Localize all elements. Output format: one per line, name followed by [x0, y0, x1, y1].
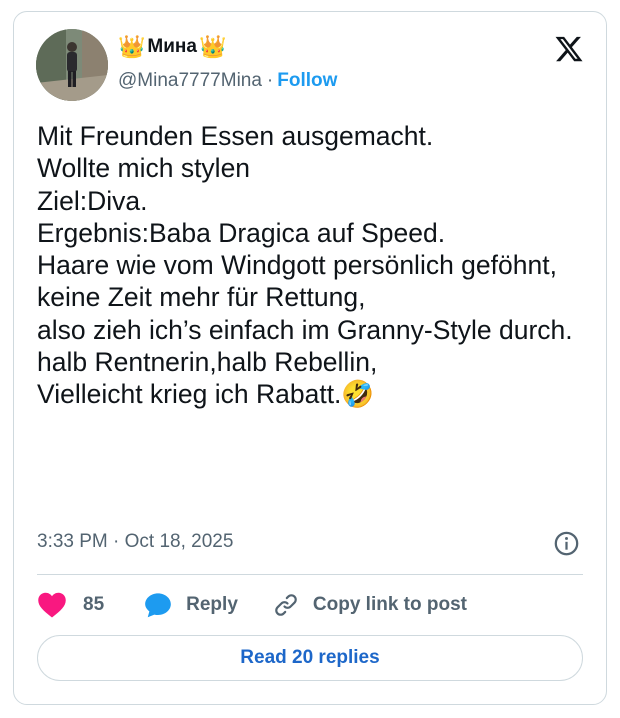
author-avatar[interactable]: [36, 29, 108, 101]
post-text: Mit Freunden Essen ausgemacht. Wollte mi…: [37, 121, 573, 410]
reply-label: Reply: [186, 594, 238, 615]
author-name-row[interactable]: 👑 Мина 👑: [118, 36, 226, 58]
author-handle[interactable]: @Mina7777Mina: [118, 70, 262, 92]
copy-link-button[interactable]: Copy link to post: [273, 592, 467, 618]
embedded-post-card: 👑 Мина 👑 @Mina7777Mina · Follow Mit Freu…: [13, 11, 607, 705]
read-replies-label: Read 20 replies: [240, 647, 380, 668]
crown-emoji-right: 👑: [198, 34, 227, 59]
author-display-name[interactable]: Мина: [147, 36, 197, 58]
like-count: 85: [83, 594, 105, 615]
post-timestamp[interactable]: 3:33 PM · Oct 18, 2025: [37, 531, 233, 553]
post-actions: 85 Reply Copy link to post: [37, 590, 467, 620]
crown-emoji-left: 👑: [118, 34, 146, 59]
read-replies-button[interactable]: Read 20 replies: [37, 635, 583, 681]
speech-bubble-icon: [145, 593, 171, 618]
heart-icon: [38, 592, 66, 618]
x-logo-icon[interactable]: [554, 34, 584, 64]
avatar-photo: [36, 29, 108, 101]
divider: [37, 574, 583, 575]
copy-link-label: Copy link to post: [312, 594, 467, 615]
handle-separator: ·: [266, 70, 274, 91]
author-handle-row: @Mina7777Mina · Follow: [118, 70, 337, 92]
like-button[interactable]: 85: [37, 591, 104, 619]
info-icon[interactable]: [553, 530, 580, 557]
link-icon: [275, 594, 297, 616]
reply-button[interactable]: Reply: [144, 592, 238, 618]
follow-link[interactable]: Follow: [277, 70, 337, 92]
